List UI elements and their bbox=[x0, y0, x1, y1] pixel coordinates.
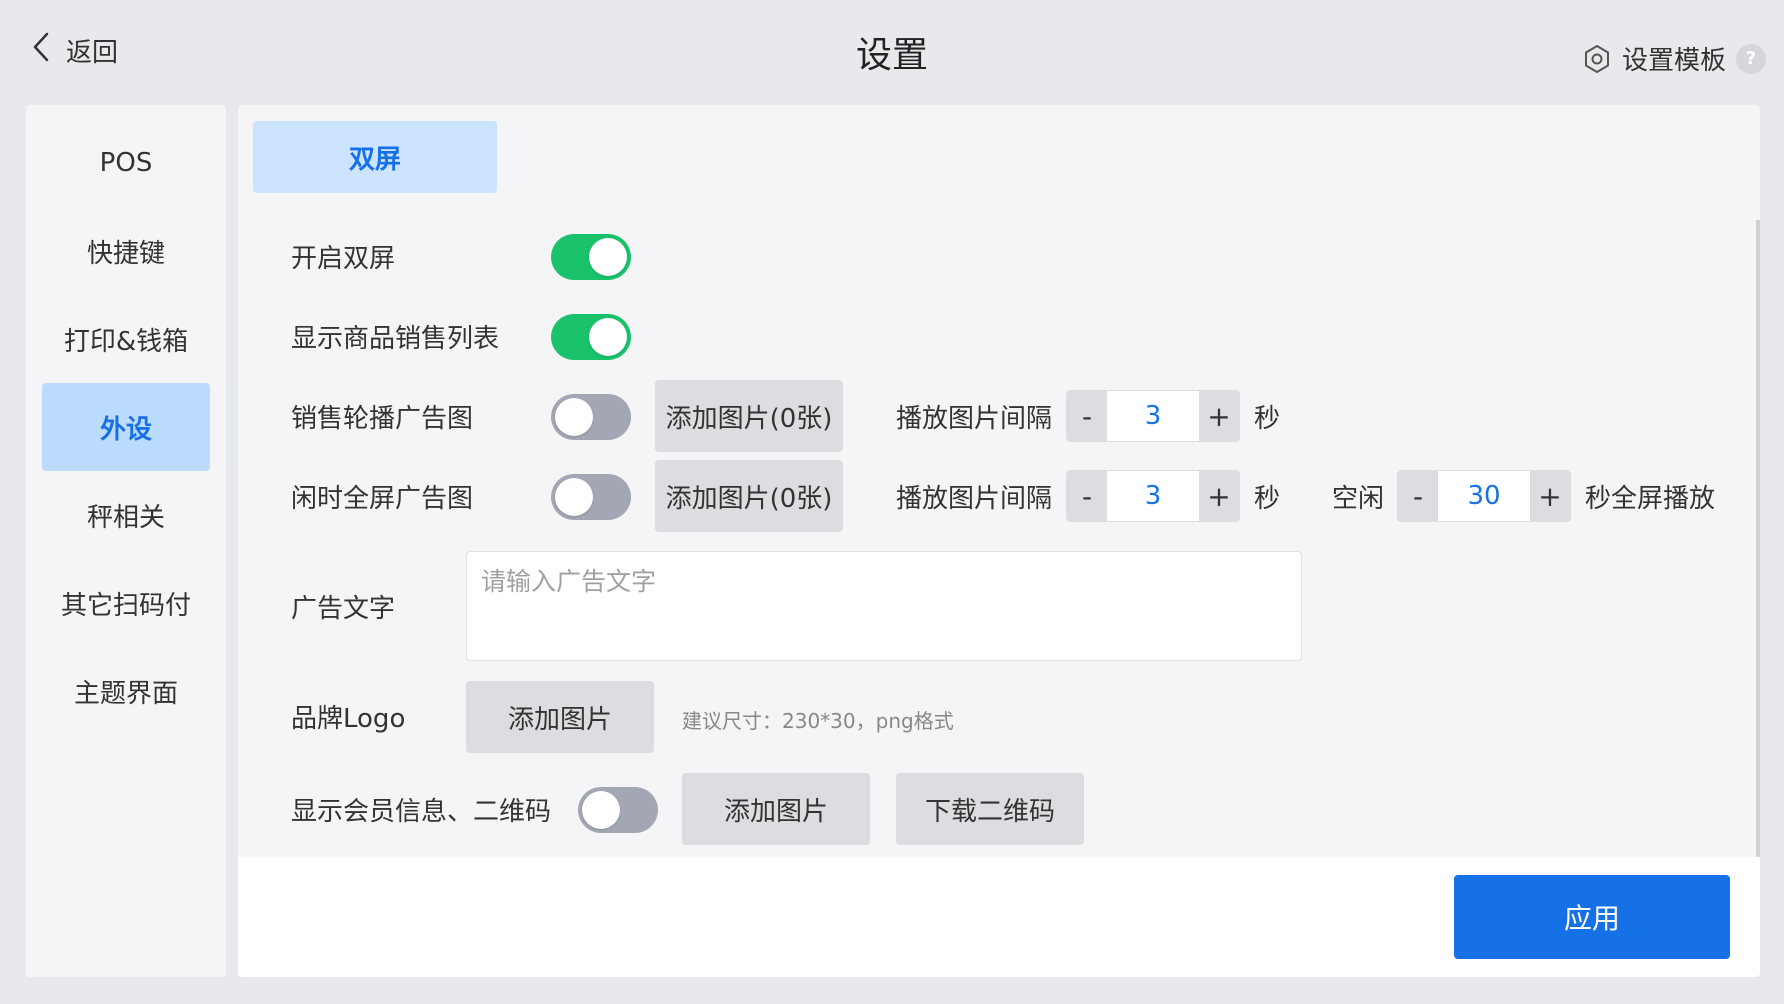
toggle-knob bbox=[582, 791, 620, 829]
sidebar-item-print-cashbox[interactable]: 打印&钱箱 bbox=[42, 295, 210, 383]
idle-interval-label: 播放图片间隔 bbox=[896, 484, 1053, 514]
member-info-toggle[interactable] bbox=[578, 787, 658, 833]
toggle-knob bbox=[555, 398, 593, 436]
decrement-button[interactable]: - bbox=[1067, 391, 1107, 441]
idle-label: 空闲 bbox=[1332, 484, 1385, 514]
dual-screen-label: 开启双屏 bbox=[291, 244, 396, 274]
sidebar-item-scale[interactable]: 秤相关 bbox=[42, 471, 210, 559]
sidebar-item-shortcuts[interactable]: 快捷键 bbox=[42, 207, 210, 295]
carousel-ad-label: 销售轮播广告图 bbox=[291, 404, 474, 434]
main-panel: 双屏 开启双屏 显示商品销售列表 销售轮播广告图 添加图片(0张) 播放图片间隔… bbox=[238, 105, 1760, 977]
download-qrcode-button[interactable]: 下载二维码 bbox=[896, 773, 1084, 845]
member-info-label: 显示会员信息、二维码 bbox=[291, 797, 552, 827]
carousel-interval-unit: 秒 bbox=[1254, 404, 1281, 434]
footer: 应用 bbox=[238, 857, 1760, 977]
carousel-add-image-button[interactable]: 添加图片(0张) bbox=[655, 380, 843, 452]
sales-list-toggle[interactable] bbox=[551, 314, 631, 360]
idle-seconds-stepper: - 30 + bbox=[1397, 470, 1571, 522]
sales-list-label: 显示商品销售列表 bbox=[291, 324, 500, 354]
idle-ad-toggle[interactable] bbox=[551, 474, 631, 520]
sidebar-item-theme[interactable]: 主题界面 bbox=[42, 647, 210, 735]
idle-interval-unit: 秒 bbox=[1254, 484, 1281, 514]
carousel-interval-value[interactable]: 3 bbox=[1107, 391, 1199, 441]
brand-logo-size-hint: 建议尺寸：230*30，png格式 bbox=[682, 709, 954, 733]
page-title: 设置 bbox=[855, 35, 928, 76]
idle-fullscreen-suffix: 秒全屏播放 bbox=[1585, 484, 1716, 514]
help-icon[interactable]: ? bbox=[1736, 43, 1766, 74]
settings-template-label: 设置模板 bbox=[1621, 46, 1726, 76]
increment-button[interactable]: + bbox=[1199, 391, 1239, 441]
toggle-knob bbox=[589, 238, 627, 276]
carousel-interval-stepper: - 3 + bbox=[1066, 390, 1240, 442]
toggle-knob bbox=[555, 478, 593, 516]
brand-logo-add-image-button[interactable]: 添加图片 bbox=[466, 681, 654, 753]
idle-ad-label: 闲时全屏广告图 bbox=[291, 484, 474, 514]
idle-interval-stepper: - 3 + bbox=[1066, 470, 1240, 522]
tab-dual-screen[interactable]: 双屏 bbox=[253, 121, 497, 193]
scrollbar[interactable] bbox=[1756, 220, 1760, 860]
increment-button[interactable]: + bbox=[1530, 471, 1570, 521]
decrement-button[interactable]: - bbox=[1067, 471, 1107, 521]
member-add-image-button[interactable]: 添加图片 bbox=[682, 773, 870, 845]
brand-logo-label: 品牌Logo bbox=[291, 704, 406, 734]
gear-icon bbox=[1582, 44, 1612, 74]
increment-button[interactable]: + bbox=[1199, 471, 1239, 521]
idle-add-image-button[interactable]: 添加图片(0张) bbox=[655, 460, 843, 532]
sidebar: POS 快捷键 打印&钱箱 外设 秤相关 其它扫码付 主题界面 bbox=[26, 105, 226, 977]
sidebar-item-other-scan-pay[interactable]: 其它扫码付 bbox=[42, 559, 210, 647]
carousel-ad-toggle[interactable] bbox=[551, 394, 631, 440]
idle-interval-value[interactable]: 3 bbox=[1107, 471, 1199, 521]
apply-button[interactable]: 应用 bbox=[1454, 875, 1730, 959]
toggle-knob bbox=[589, 318, 627, 356]
settings-template-button[interactable]: 设置模板 ? bbox=[1582, 40, 1766, 77]
sidebar-item-pos[interactable]: POS bbox=[42, 119, 210, 207]
dual-screen-toggle[interactable] bbox=[551, 234, 631, 280]
carousel-interval-label: 播放图片间隔 bbox=[896, 404, 1053, 434]
ad-text-input[interactable] bbox=[466, 551, 1302, 661]
header: 返回 设置 设置模板 ? bbox=[0, 0, 1784, 100]
decrement-button[interactable]: - bbox=[1398, 471, 1438, 521]
sidebar-item-peripherals[interactable]: 外设 bbox=[42, 383, 210, 471]
idle-seconds-value[interactable]: 30 bbox=[1438, 471, 1530, 521]
ad-text-label: 广告文字 bbox=[291, 594, 396, 624]
